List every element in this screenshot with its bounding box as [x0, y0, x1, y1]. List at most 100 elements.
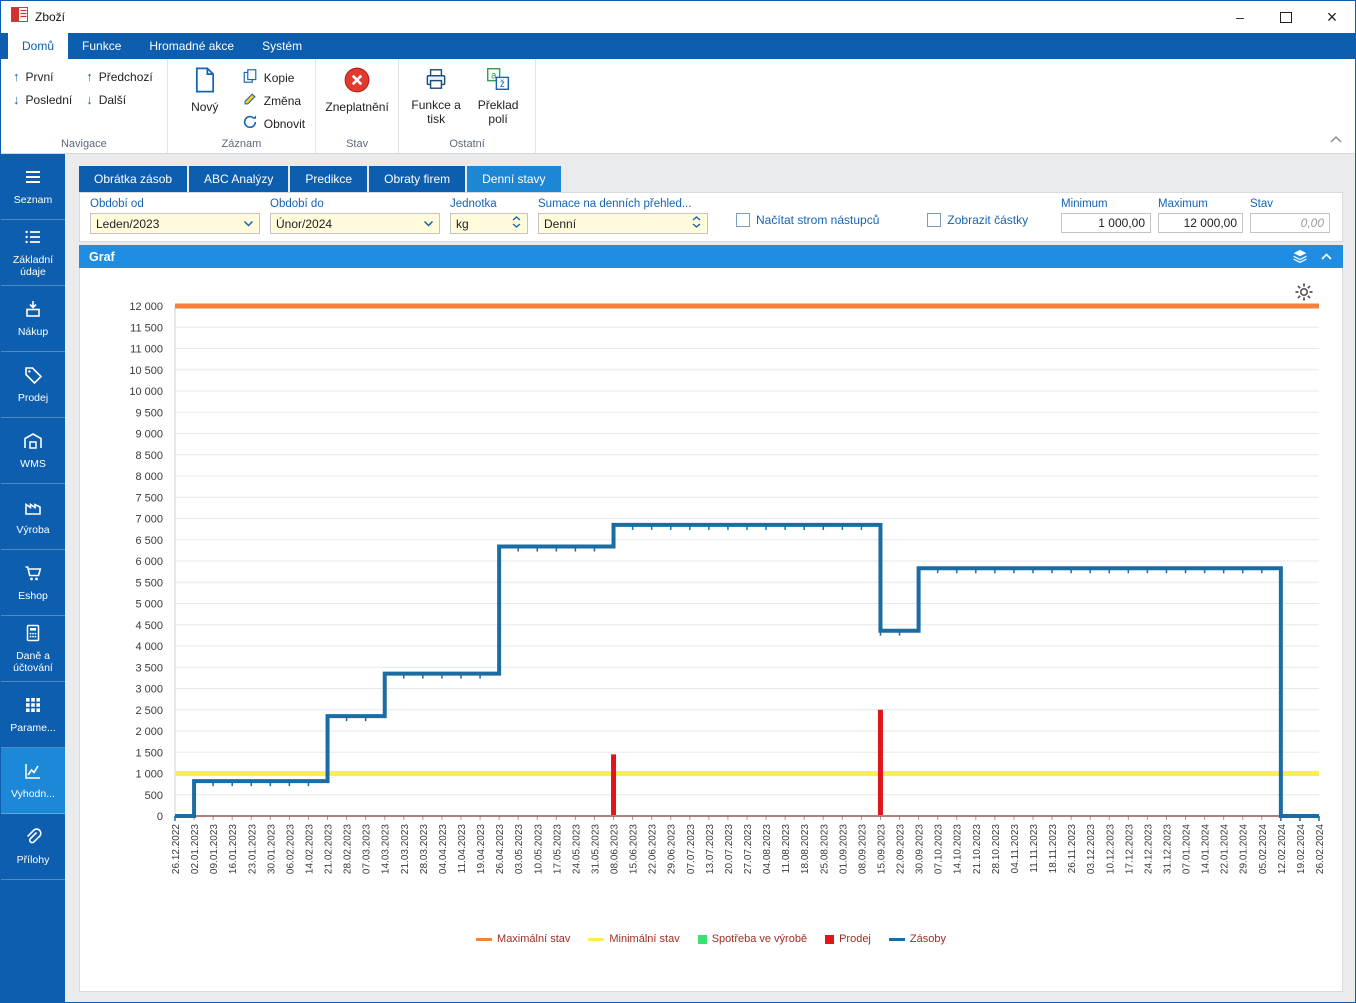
- maximize-button[interactable]: [1263, 1, 1309, 33]
- combo-chevrons-icon: [511, 215, 522, 232]
- sidebar-item-dane-a-uctovani[interactable]: Daně a účtování: [1, 616, 65, 682]
- tab-denni-stavy[interactable]: Denní stavy: [467, 166, 561, 192]
- legend-item[interactable]: Spotřeba ve výrobě: [697, 933, 808, 945]
- sidebar-item-prilohy[interactable]: Přílohy: [1, 814, 65, 880]
- svg-text:07.07.2023: 07.07.2023: [686, 824, 697, 874]
- translate-icon: až: [485, 66, 511, 96]
- sidebar-item-wms[interactable]: WMS: [1, 418, 65, 484]
- menu-icon: [23, 167, 43, 190]
- sidebar-item-zakladni-udaje[interactable]: Základní údaje: [1, 220, 65, 286]
- collapse-ribbon-chevron[interactable]: [1329, 131, 1343, 149]
- ribbon-group-ostatni: Funkce a tisk až Překlad polí Ostatní: [399, 59, 537, 153]
- stav-label: Stav: [1250, 198, 1274, 210]
- sidebar-item-seznam[interactable]: Seznam: [1, 154, 65, 220]
- svg-text:25.08.2023: 25.08.2023: [819, 824, 830, 874]
- load-successors-checkbox[interactable]: [736, 213, 750, 227]
- legend-item[interactable]: Maximální stav: [476, 933, 570, 945]
- chevron-down-icon: [243, 217, 254, 231]
- graf-header-icons: [1292, 248, 1333, 266]
- period-from-dropdown[interactable]: Leden/2023: [90, 213, 260, 234]
- refresh-button[interactable]: Obnovit: [242, 113, 305, 134]
- sidebar-item-vyroba[interactable]: Výroba: [1, 484, 65, 550]
- tab-predikce[interactable]: Predikce: [290, 166, 368, 192]
- ribbon-group-stav: Zneplatnění Stav: [316, 59, 400, 153]
- chart-icon: [23, 761, 43, 784]
- close-button[interactable]: ×: [1309, 1, 1355, 33]
- ribbon-tab-hromadne-akce[interactable]: Hromadné akce: [135, 33, 248, 59]
- load-successors-label: Načítat strom nástupců: [756, 213, 880, 227]
- svg-text:12.02.2024: 12.02.2024: [1277, 824, 1288, 874]
- limits-group: Minimum Maximum Stav: [1061, 198, 1334, 233]
- ribbon: ↑ První ↓ Poslední ↑ Předchozí ↓ Další Navig…: [1, 59, 1355, 154]
- sidebar-item-parametry[interactable]: Parame...: [1, 682, 65, 748]
- previous-button[interactable]: ↑ Předchozí: [86, 69, 153, 84]
- unit-dropdown[interactable]: kg: [450, 213, 528, 234]
- svg-text:26.04.2023: 26.04.2023: [495, 824, 506, 874]
- svg-text:22.01.2024: 22.01.2024: [1220, 824, 1231, 874]
- sidebar-item-vyhodnoceni[interactable]: Vyhodn...: [1, 748, 65, 814]
- sidebar-item-prodej[interactable]: Prodej: [1, 352, 65, 418]
- legend-item[interactable]: Minimální stav: [588, 933, 680, 945]
- svg-text:4 500: 4 500: [135, 620, 163, 632]
- summation-dropdown[interactable]: Denní: [538, 213, 708, 234]
- ribbon-tab-system[interactable]: Systém: [248, 33, 316, 59]
- gear-icon[interactable]: [1294, 282, 1314, 307]
- sidebar-item-nakup[interactable]: Nákup: [1, 286, 65, 352]
- sidebar-item-eshop[interactable]: Eshop: [1, 550, 65, 616]
- stav-content: Zneplatnění: [322, 61, 392, 136]
- functions-print-label: Funkce a tisk: [411, 97, 461, 126]
- functions-print-button[interactable]: Funkce a tisk: [405, 61, 467, 126]
- field-translation-label: Překlad polí: [477, 97, 519, 126]
- last-button[interactable]: ↓ Poslední: [13, 92, 72, 107]
- legend-label: Spotřeba ve výrobě: [711, 933, 808, 945]
- invalidate-button[interactable]: Zneplatnění: [322, 61, 392, 115]
- ribbon-tab-bar: Domů Funkce Hromadné akce Systém: [1, 33, 1355, 59]
- svg-text:04.08.2023: 04.08.2023: [762, 824, 773, 874]
- field-translation-button[interactable]: až Překlad polí: [467, 61, 529, 126]
- copy-button[interactable]: Kopie: [242, 67, 305, 88]
- form-icon: [23, 227, 43, 250]
- svg-text:9 500: 9 500: [135, 407, 163, 419]
- period-to-dropdown[interactable]: Únor/2024: [270, 213, 440, 234]
- svg-text:0: 0: [157, 811, 163, 823]
- minimum-label: Minimum: [1061, 198, 1108, 210]
- svg-text:04.11.2023: 04.11.2023: [1010, 824, 1021, 874]
- legend-item[interactable]: Zásoby: [888, 933, 946, 945]
- factory-icon: [23, 497, 43, 520]
- next-button[interactable]: ↓ Další: [86, 92, 153, 107]
- layers-icon[interactable]: [1292, 248, 1308, 266]
- first-label: První: [25, 69, 54, 84]
- svg-text:06.02.2023: 06.02.2023: [285, 824, 296, 874]
- ribbon-tab-funkce[interactable]: Funkce: [68, 33, 135, 59]
- minimize-button[interactable]: –: [1217, 1, 1263, 33]
- navigace-col-2: ↑ Předchozí ↓ Další: [80, 61, 161, 107]
- show-amounts-checkbox[interactable]: [927, 213, 942, 227]
- legend-item[interactable]: Prodej: [825, 933, 871, 945]
- maximize-icon: [1280, 11, 1292, 23]
- paperclip-icon: [23, 827, 43, 850]
- tab-obraty-firem[interactable]: Obraty firem: [369, 166, 466, 192]
- svg-text:31.05.2023: 31.05.2023: [590, 824, 601, 874]
- new-button[interactable]: Nový: [174, 61, 236, 115]
- svg-text:7 000: 7 000: [135, 514, 163, 526]
- printer-icon: [423, 66, 449, 96]
- tab-obratka-zasob[interactable]: Obrátka zásob: [79, 166, 188, 192]
- previous-label: Předchozí: [98, 69, 153, 84]
- ribbon-tab-domu[interactable]: Domů: [8, 33, 69, 59]
- sidebar-item-label: Daně a účtování: [13, 649, 53, 675]
- price-tag-icon: [23, 365, 43, 388]
- svg-text:27.07.2023: 27.07.2023: [743, 824, 754, 874]
- first-button[interactable]: ↑ První: [13, 69, 72, 84]
- tab-abc-analyzy[interactable]: ABC Analýzy: [189, 166, 289, 192]
- stav-input[interactable]: [1250, 213, 1330, 233]
- chart-legend: Maximální stav Minimální stav Spotřeba ve …: [476, 933, 946, 945]
- invalidate-icon: [343, 66, 371, 98]
- collapse-graf-chevron-icon[interactable]: [1320, 250, 1333, 264]
- maximum-input[interactable]: [1158, 213, 1243, 233]
- svg-text:05.02.2024: 05.02.2024: [1258, 824, 1269, 874]
- minimum-input[interactable]: [1061, 213, 1151, 233]
- group-label-ostatni: Ostatní: [449, 138, 485, 150]
- period-from-field: Období od Leden/2023: [90, 198, 260, 234]
- change-button[interactable]: Změna: [242, 90, 305, 111]
- svg-text:07.10.2023: 07.10.2023: [934, 824, 945, 874]
